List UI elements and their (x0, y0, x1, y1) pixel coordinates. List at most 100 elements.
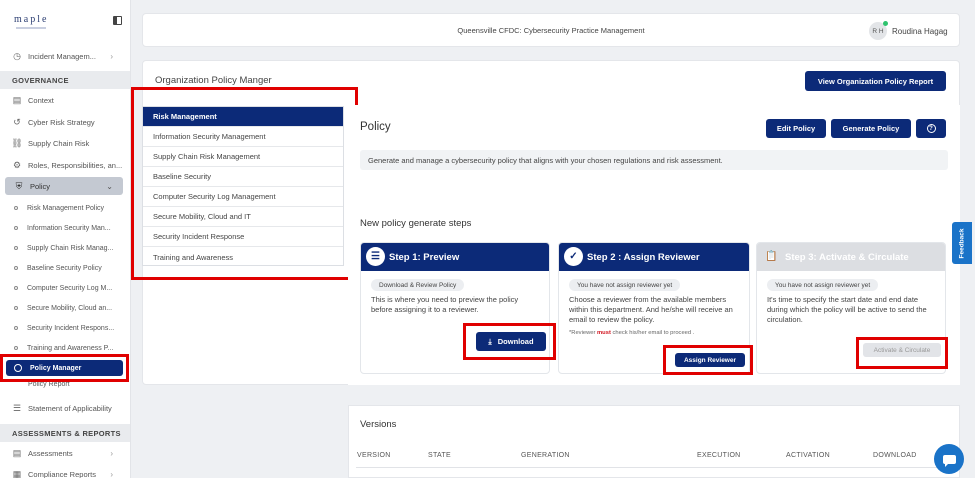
sidebar-item-label: Incident Managem... (28, 51, 96, 61)
sidebar-item-incident[interactable]: ◷ Incident Managem... › (0, 46, 130, 66)
feedback-tab[interactable]: Feedback (952, 222, 972, 264)
sidebar-item-label: Context (28, 95, 54, 105)
step-2-description: Choose a reviewer from the available mem… (569, 295, 733, 324)
roles-icon: ⚙ (12, 159, 22, 170)
sidebar-subitem-label: Supply Chain Risk Manag... (27, 244, 114, 252)
bullet-icon (14, 246, 18, 250)
note-emphasis: must (597, 330, 611, 336)
sidebar-item-cyber-risk-strategy[interactable]: ↺ Cyber Risk Strategy (0, 112, 130, 132)
step-1-description: This is where you need to preview the po… (371, 295, 519, 314)
step-2-title: Step 2 : Assign Reviewer (587, 251, 700, 263)
step-1-card: ☰ Step 1: Preview Download & Review Poli… (360, 242, 550, 374)
policy-list-item-baseline-security[interactable]: Baseline Security (143, 167, 343, 187)
logo: maple (14, 14, 49, 25)
sidebar-subitem-training[interactable]: Training and Awareness P... (0, 338, 130, 358)
view-org-policy-report-button[interactable]: View Organization Policy Report (805, 71, 946, 91)
policy-list-item-secure-mobility[interactable]: Secure Mobility, Cloud and IT (143, 207, 343, 227)
logo-underline (16, 27, 46, 29)
step-3-title: Step 3: Activate & Circulate (785, 251, 909, 263)
generate-policy-button[interactable]: Generate Policy (831, 119, 911, 138)
sidebar-item-label: Policy Manager (30, 364, 82, 372)
sidebar-collapse-icon[interactable] (113, 16, 122, 25)
download-button[interactable]: ⤓ Download (476, 332, 546, 351)
policy-list-item-risk-management[interactable]: Risk Management (143, 107, 343, 127)
chevron-right-icon: › (110, 51, 113, 61)
policy-list-item-supply-chain[interactable]: Supply Chain Risk Management (143, 147, 343, 167)
sidebar-subitem-supply-chain[interactable]: Supply Chain Risk Manag... (0, 238, 130, 258)
sidebar-item-label: Policy Report (28, 380, 70, 388)
step-2-status-badge: You have not assign reviewer yet (569, 279, 681, 291)
sidebar-item-label: Supply Chain Risk (28, 138, 90, 148)
feedback-label: Feedback (958, 228, 966, 258)
sidebar-subitem-label: Baseline Security Policy (27, 264, 102, 272)
sidebar-item-soa[interactable]: ☰ Statement of Applicability (0, 398, 130, 418)
report-icon: ▦ (12, 468, 22, 478)
download-button-label: Download (497, 337, 534, 346)
step-2-header: ✓ Step 2 : Assign Reviewer (559, 243, 749, 271)
sidebar-item-label: Assessments (28, 448, 73, 458)
sidebar-subitem-computer-security-log[interactable]: Computer Security Log M... (0, 278, 130, 298)
sidebar-item-assessments[interactable]: ▤ Assessments › (0, 443, 130, 463)
activate-circulate-button[interactable]: Activate & Circulate (863, 343, 941, 357)
sidebar-item-roles[interactable]: ⚙ Roles, Responsibilities, an... (0, 155, 130, 175)
username[interactable]: Roudina Hagag (892, 27, 948, 36)
sidebar: maple ◷ Incident Managem... › GOVERNANCE… (0, 0, 131, 478)
policy-list-item-training[interactable]: Training and Awareness (143, 247, 343, 267)
bullet-icon (14, 326, 18, 330)
step-3-status-badge: You have not assign reviewer yet (767, 279, 879, 291)
column-header-version: VERSION (357, 452, 391, 459)
sidebar-item-label: Cyber Risk Strategy (28, 117, 95, 127)
section-header-assessments: ASSESSMENTS & REPORTS (0, 424, 130, 442)
sidebar-item-policy-manager[interactable]: Policy Manager (6, 360, 123, 376)
page-title: Queensville CFDC: Cybersecurity Practice… (457, 26, 645, 35)
column-header-download: DOWNLOAD (873, 452, 917, 459)
bullet-icon (14, 226, 18, 230)
sidebar-subitem-label: Secure Mobility, Cloud an... (27, 304, 113, 312)
bullet-icon (14, 286, 18, 290)
sidebar-item-compliance-reports[interactable]: ▦ Compliance Reports › (0, 464, 130, 478)
chat-button[interactable] (934, 444, 964, 474)
sidebar-item-supply-chain-risk[interactable]: ⛓ Supply Chain Risk (0, 133, 130, 153)
policy-description: Generate and manage a cybersecurity poli… (360, 150, 948, 170)
chat-icon (942, 454, 956, 467)
step-2-note: *Reviewer must check his/her email to pr… (569, 330, 694, 336)
sidebar-subitem-risk-management-policy[interactable]: Risk Management Policy (0, 198, 130, 218)
section-header-governance: GOVERNANCE (0, 71, 130, 89)
sidebar-item-label: Policy (30, 181, 51, 191)
sidebar-item-policy[interactable]: ⛨ Policy ⌄ (5, 177, 123, 195)
policy-manager-icon (14, 364, 22, 372)
shield-icon: ⛨ (15, 180, 23, 191)
edit-policy-button[interactable]: Edit Policy (766, 119, 826, 138)
policy-list-item-computer-security-log[interactable]: Computer Security Log Management (143, 187, 343, 207)
assign-reviewer-button[interactable]: Assign Reviewer (675, 353, 745, 367)
sidebar-subitem-security-incident[interactable]: Security Incident Respons... (0, 318, 130, 338)
clipboard-icon: 📋 (765, 251, 778, 262)
online-status-icon (883, 21, 888, 26)
versions-title: Versions (360, 419, 397, 430)
bullet-icon (14, 346, 18, 350)
sidebar-item-context[interactable]: ▤ Context (0, 90, 130, 110)
policy-list: Risk Management Information Security Man… (142, 106, 344, 266)
policy-list-item-security-incident[interactable]: Security Incident Response (143, 227, 343, 247)
sidebar-item-label: Compliance Reports (28, 469, 96, 478)
column-header-activation: ACTIVATION (786, 452, 830, 459)
policy-list-item-information-security[interactable]: Information Security Management (143, 127, 343, 147)
sidebar-item-label: Roles, Responsibilities, an... (28, 160, 123, 170)
note-prefix: *Reviewer (569, 330, 598, 336)
sidebar-subitem-secure-mobility[interactable]: Secure Mobility, Cloud an... (0, 298, 130, 318)
sidebar-subitem-label: Training and Awareness P... (27, 344, 114, 352)
org-policy-title: Organization Policy Manger (155, 75, 272, 86)
incident-icon: ◷ (13, 50, 21, 61)
note-suffix: check his/her email to proceed . (610, 330, 695, 336)
document-icon: ▤ (12, 94, 22, 105)
assessment-icon: ▤ (12, 447, 22, 458)
sidebar-subitem-baseline-security[interactable]: Baseline Security Policy (0, 258, 130, 278)
checklist-icon: ☰ (12, 402, 22, 413)
help-button[interactable]: ? (916, 119, 946, 138)
column-header-state: STATE (428, 452, 452, 459)
strategy-icon: ↺ (13, 116, 21, 127)
sidebar-item-policy-report[interactable]: Policy Report (0, 377, 130, 391)
chevron-right-icon: › (110, 469, 113, 478)
sidebar-subitem-information-security[interactable]: Information Security Man... (0, 218, 130, 238)
bullet-icon (14, 206, 18, 210)
